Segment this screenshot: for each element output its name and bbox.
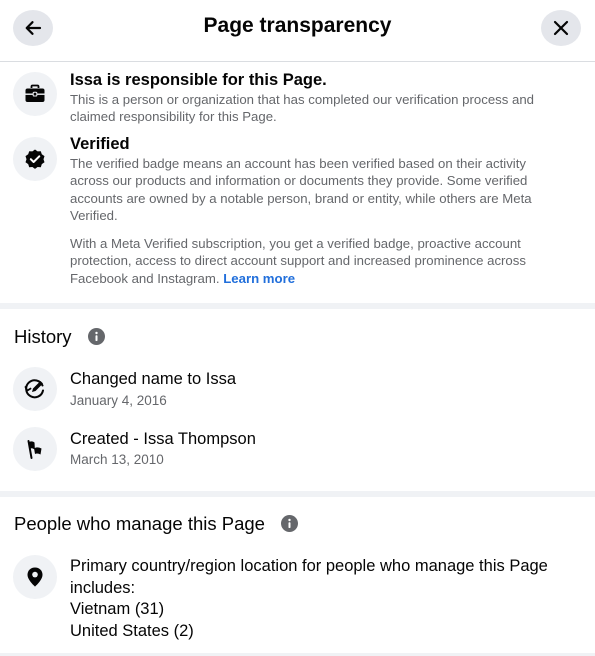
meta-verified-description: With a Meta Verified subscription, you g… <box>70 236 526 286</box>
responsibility-title: Issa is responsible for this Page. <box>70 71 327 89</box>
location-icon-circle <box>13 555 57 599</box>
briefcase-icon <box>25 84 45 102</box>
dialog-title: Page transparency <box>203 14 392 37</box>
verified-badge-icon <box>25 149 45 169</box>
info-glyph-icon <box>95 331 98 341</box>
meta-verified-text: With a Meta Verified subscription, you g… <box>70 235 550 287</box>
history-title: History <box>14 326 72 347</box>
edit-name-icon <box>24 379 44 399</box>
info-icon[interactable] <box>88 328 105 345</box>
close-icon <box>553 20 569 36</box>
managers-title: People who manage this Page <box>14 513 265 534</box>
learn-more-link[interactable]: Learn more <box>223 271 295 286</box>
verified-title: Verified <box>70 135 130 153</box>
section-divider <box>0 303 595 309</box>
managers-location-label: Primary country/region location for peop… <box>70 557 548 597</box>
history-item-date: March 13, 2010 <box>70 452 164 467</box>
flag-icon <box>27 440 42 459</box>
info-glyph-icon <box>288 518 291 528</box>
responsibility-description: This is a person or organization that ha… <box>70 92 535 125</box>
history-item-title: Created - Issa Thompson <box>70 430 256 448</box>
history-item-title: Changed name to Issa <box>70 370 237 388</box>
location-pin-icon <box>27 567 43 587</box>
close-button[interactable] <box>541 10 581 46</box>
history-item-date: January 4, 2016 <box>70 393 167 408</box>
dialog-header: Page transparency <box>0 0 595 62</box>
verified-icon-circle <box>13 137 57 181</box>
country-item: Vietnam (31) <box>70 600 165 618</box>
history-item-icon-circle <box>13 427 57 471</box>
verified-description: The verified badge means an account has … <box>70 156 532 224</box>
section-divider <box>0 491 595 497</box>
briefcase-icon-circle <box>13 72 57 116</box>
history-item-icon-circle <box>13 367 57 411</box>
country-item: United States (2) <box>70 622 194 640</box>
info-icon[interactable] <box>281 515 298 532</box>
